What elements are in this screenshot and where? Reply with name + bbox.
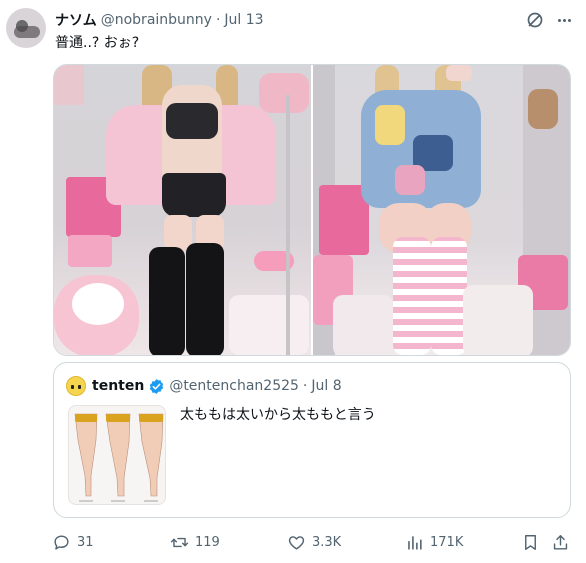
more-icon[interactable] <box>553 10 575 30</box>
quote-handle[interactable]: @tentenchan2525 <box>169 378 299 394</box>
views-count: 171K <box>430 534 464 550</box>
photo-left[interactable] <box>54 65 311 355</box>
like-count: 3.3K <box>312 534 342 550</box>
grok-icon[interactable] <box>525 10 545 30</box>
retweet-button[interactable]: 119 <box>170 528 220 556</box>
verified-icon <box>150 378 164 394</box>
quote-header: tenten @tentenchan2525 · Jul 8 <box>92 376 342 396</box>
quote-separator-dot: · <box>302 378 308 394</box>
reply-button[interactable]: 31 <box>52 528 94 556</box>
quote-text: 太ももは太いから太ももと言う <box>180 407 376 423</box>
retweet-icon <box>170 537 189 547</box>
views-button[interactable]: 171K <box>405 528 463 556</box>
views-icon <box>408 535 422 550</box>
share-icon <box>553 534 568 550</box>
display-name[interactable]: ナソム <box>55 10 97 30</box>
quote-thumbnail[interactable] <box>68 405 166 505</box>
tweet-date[interactable]: Jul 13 <box>224 12 263 28</box>
photo-right[interactable] <box>313 65 570 355</box>
quote-display-name[interactable]: tenten <box>92 378 144 394</box>
share-button[interactable] <box>551 528 570 556</box>
separator-dot: · <box>215 12 221 28</box>
media-grid <box>53 64 571 356</box>
reply-count: 31 <box>77 534 94 550</box>
quote-avatar[interactable] <box>66 376 86 396</box>
tweet-header: ナソム @nobrainbunny · Jul 13 <box>55 10 264 30</box>
tweet[interactable]: ナソム @nobrainbunny · Jul 13 普通..? おぉ? ten… <box>0 0 586 563</box>
avatar[interactable] <box>6 8 46 48</box>
action-bar: 31 119 3.3K 171K <box>0 528 586 556</box>
tweet-text: 普通..? おぉ? <box>55 35 140 51</box>
retweet-count: 119 <box>195 534 220 550</box>
like-button[interactable]: 3.3K <box>287 528 341 556</box>
bookmark-icon <box>525 534 536 550</box>
quote-date[interactable]: Jul 8 <box>311 378 341 394</box>
reply-icon <box>54 534 69 550</box>
like-icon <box>288 535 305 550</box>
quoted-tweet[interactable]: tenten @tentenchan2525 · Jul 8 太ももは太いから太… <box>53 362 571 518</box>
bookmark-button[interactable] <box>521 528 540 556</box>
handle[interactable]: @nobrainbunny <box>101 12 212 28</box>
